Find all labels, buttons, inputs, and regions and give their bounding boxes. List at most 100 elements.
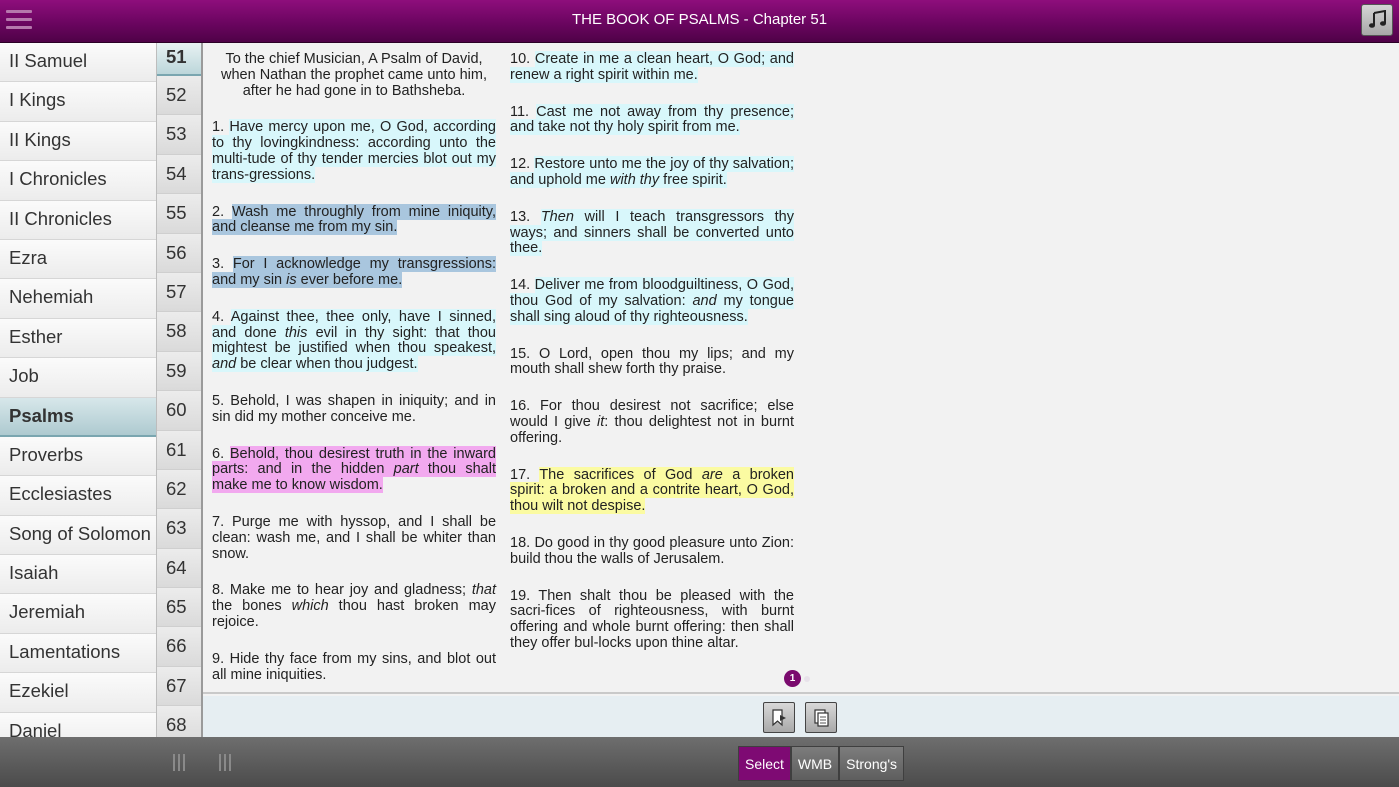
- verse-text: Then shalt thou be pleased with the sacr…: [510, 587, 794, 651]
- verse-1[interactable]: 1. Have mercy upon me, O God, according …: [212, 119, 496, 183]
- page-indicator[interactable]: 1: [784, 670, 810, 688]
- verse-14[interactable]: 14. Deliver me from bloodguiltiness, O G…: [510, 277, 794, 325]
- chapter-list[interactable]: 51 52 53 54 55 56 57 58 59 60 61 62 63 6…: [157, 43, 203, 737]
- chapter-item-51[interactable]: 51: [157, 43, 201, 76]
- book-item-ii-samuel[interactable]: II Samuel: [0, 43, 156, 83]
- chapter-item-67[interactable]: 67: [157, 666, 201, 707]
- verse-text: Wash me throughly from mine iniquity, an…: [212, 203, 496, 236]
- verse-number: 7.: [212, 513, 225, 530]
- verse-7[interactable]: 7. Purge me with hyssop, and I shall be …: [212, 513, 497, 562]
- chapter-item-53[interactable]: 53: [157, 115, 201, 155]
- verse-18[interactable]: 18. Do good in thy good pleasure unto Zi…: [510, 535, 794, 568]
- book-list-resize-handle[interactable]: [173, 754, 188, 776]
- chapter-item-59[interactable]: 59: [157, 351, 201, 392]
- verse-text: For I acknowledge my transgressions: and…: [212, 256, 497, 288]
- verse-text: Behold, thou desirest truth in the inwar…: [212, 445, 496, 494]
- chapter-item-62[interactable]: 62: [157, 469, 201, 510]
- chapter-item-68[interactable]: 68: [157, 706, 201, 737]
- book-item-jeremiah[interactable]: Jeremiah: [0, 594, 156, 634]
- verse-19[interactable]: 19. Then shalt thou be pleased with the …: [510, 587, 794, 652]
- scripture-reader[interactable]: To the chief Musician, A Psalm of David,…: [203, 43, 1399, 694]
- verse-text: Cast me not away from thy presence; and …: [510, 103, 795, 136]
- verse-text: Behold, I was shapen in iniquity; and in…: [212, 392, 496, 425]
- verse-16[interactable]: 16. For thou desirest not sacrifice; els…: [510, 398, 794, 446]
- verse-number: 12.: [510, 156, 531, 173]
- verse-italic-word: that: [471, 582, 496, 599]
- title-bar: THE BOOK OF PSALMS - Chapter 51: [0, 0, 1399, 43]
- chapter-item-64[interactable]: 64: [157, 548, 201, 589]
- page-dot-current[interactable]: 1: [784, 670, 801, 688]
- book-item-ezra[interactable]: Ezra: [0, 239, 156, 280]
- verse-17[interactable]: 17. The sacrifices of God are a broken s…: [510, 466, 794, 515]
- verse-12[interactable]: 12. Restore unto me the joy of thy salva…: [510, 156, 794, 189]
- verse-italic-word: are: [701, 466, 723, 483]
- page-title: THE BOOK OF PSALMS - Chapter 51: [571, 11, 828, 28]
- book-item-job[interactable]: Job: [0, 358, 156, 398]
- verse-italic-word: and: [692, 292, 717, 309]
- verse-5[interactable]: 5. Behold, I was shapen in iniquity; and…: [212, 392, 496, 426]
- chapter-item-65[interactable]: 65: [157, 588, 201, 628]
- chapter-item-55[interactable]: 55: [157, 194, 201, 234]
- book-item-i-kings[interactable]: I Kings: [0, 82, 156, 122]
- chapter-list-resize-handle[interactable]: [219, 754, 234, 776]
- verse-13[interactable]: 13. Then will I teach transgressors thy …: [510, 208, 794, 257]
- book-item-i-chronicles[interactable]: I Chronicles: [0, 161, 156, 201]
- verse-9[interactable]: 9. Hide thy face from my sins, and blot …: [212, 650, 497, 684]
- chapter-item-66[interactable]: 66: [157, 627, 201, 667]
- verse-italic-word: this: [284, 324, 308, 341]
- verse-8[interactable]: 8. Make me to hear joy and gladness; tha…: [212, 582, 496, 630]
- verse-number: 4.: [212, 308, 225, 325]
- wmb-mode-button[interactable]: WMB: [790, 746, 840, 781]
- strongs-mode-button[interactable]: Strong's: [839, 746, 905, 781]
- page-dot[interactable]: [804, 675, 810, 682]
- book-item-ezekiel[interactable]: Ezekiel: [0, 673, 156, 713]
- verse-15[interactable]: 15. O Lord, open thou my lips; and my mo…: [510, 346, 794, 379]
- copy-icon[interactable]: [805, 702, 837, 733]
- verse-text: The sacrifices of God are a broken spiri…: [510, 466, 794, 515]
- verse-number: 16.: [510, 398, 531, 415]
- book-item-ii-chronicles[interactable]: II Chronicles: [0, 200, 156, 240]
- chapter-item-56[interactable]: 56: [157, 233, 201, 273]
- verse-text: Hide thy face from my sins, and blot out…: [212, 650, 497, 683]
- verse-11[interactable]: 11. Cast me not away from thy presence; …: [510, 103, 795, 137]
- verse-number: 17.: [510, 466, 531, 483]
- verse-text: Deliver me from bloodguiltiness, O God, …: [510, 277, 794, 325]
- bookmark-icon[interactable]: [763, 702, 795, 733]
- chapter-item-57[interactable]: 57: [157, 272, 201, 313]
- music-note-icon[interactable]: [1361, 4, 1393, 36]
- chapter-item-63[interactable]: 63: [157, 509, 201, 549]
- verse-text: Purge me with hyssop, and I shall be cle…: [212, 513, 497, 562]
- verse-text: Then will I teach transgressors thy ways…: [510, 208, 794, 257]
- chapter-item-60[interactable]: 60: [157, 391, 201, 431]
- book-item-daniel[interactable]: Daniel: [0, 712, 156, 737]
- verse-2[interactable]: 2. Wash me throughly from mine iniquity,…: [212, 203, 496, 237]
- verse-number: 9.: [212, 650, 225, 667]
- verse-italic-word: part: [393, 461, 419, 478]
- verse-text-part: free spirit.: [659, 171, 727, 188]
- chapter-item-54[interactable]: 54: [157, 154, 201, 195]
- chapter-item-58[interactable]: 58: [157, 312, 201, 352]
- verse-3[interactable]: 3. For I acknowledge my transgressions: …: [212, 256, 497, 289]
- select-mode-button[interactable]: Select: [738, 746, 791, 781]
- verse-4[interactable]: 4. Against thee, thee only, have I sinne…: [212, 308, 496, 373]
- book-item-nehemiah[interactable]: Nehemiah: [0, 279, 156, 319]
- book-item-isaiah[interactable]: Isaiah: [0, 555, 156, 595]
- bottom-app-bar: Select WMB Strong's: [0, 737, 1399, 787]
- chapter-item-61[interactable]: 61: [157, 430, 201, 470]
- verse-number: 8.: [212, 582, 225, 599]
- book-item-esther[interactable]: Esther: [0, 318, 156, 359]
- book-item-ii-kings[interactable]: II Kings: [0, 121, 156, 162]
- verse-6[interactable]: 6. Behold, thou desirest truth in the in…: [212, 445, 496, 494]
- psalm-superscription: To the chief Musician, A Psalm of David,…: [221, 51, 487, 99]
- mode-toggle-group: Select WMB Strong's: [738, 746, 905, 781]
- book-item-proverbs[interactable]: Proverbs: [0, 436, 156, 477]
- book-item-psalms[interactable]: Psalms: [0, 397, 156, 437]
- book-item-lamentations[interactable]: Lamentations: [0, 633, 156, 674]
- verse-text: Make me to hear joy and gladness; that t…: [212, 582, 496, 630]
- book-item-ecclesiastes[interactable]: Ecclesiastes: [0, 476, 156, 516]
- verse-text: Have mercy upon me, O God, according to …: [212, 119, 496, 183]
- verse-10[interactable]: 10. Create in me a clean heart, O God; a…: [510, 51, 794, 84]
- book-item-song-of-solomon[interactable]: Song of Solomon: [0, 515, 156, 556]
- book-list[interactable]: II Samuel I Kings II Kings I Chronicles …: [0, 43, 157, 737]
- chapter-item-52[interactable]: 52: [157, 76, 201, 116]
